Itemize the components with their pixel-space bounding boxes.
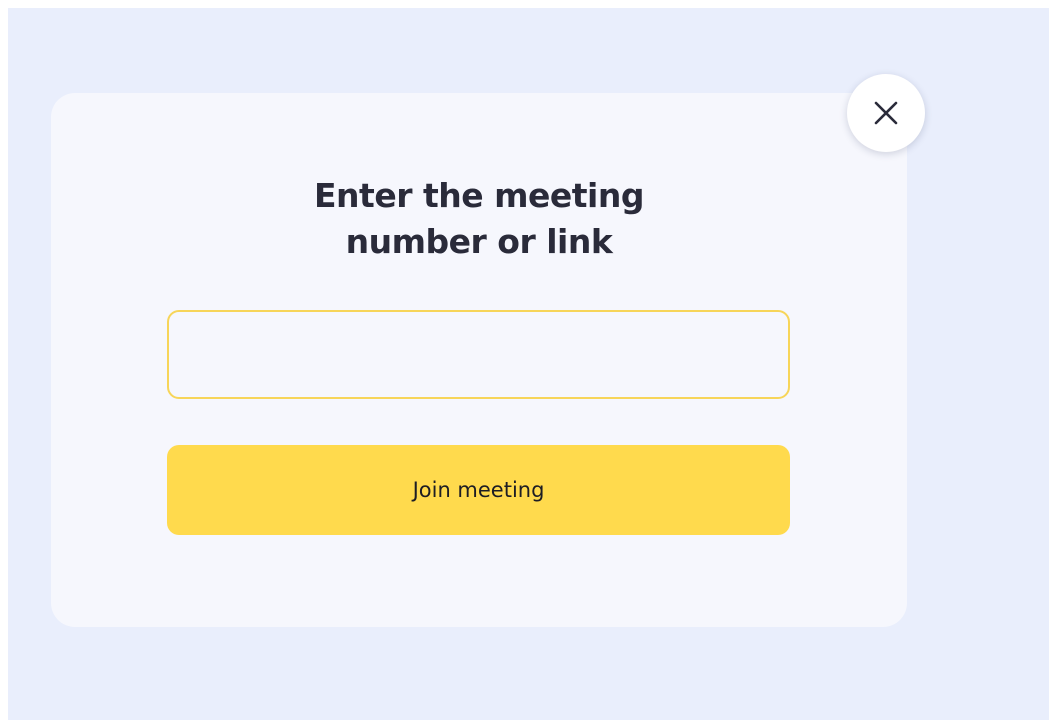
close-button[interactable] xyxy=(847,74,925,152)
meeting-number-input[interactable] xyxy=(167,310,790,399)
dialog-title-line-2: number or link xyxy=(345,222,613,261)
close-icon xyxy=(873,100,899,126)
join-meeting-dialog: Enter the meeting number or link Join me… xyxy=(51,93,907,627)
dialog-title: Enter the meeting number or link xyxy=(51,173,907,265)
join-meeting-button[interactable]: Join meeting xyxy=(167,445,790,535)
dialog-title-line-1: Enter the meeting xyxy=(314,176,644,215)
